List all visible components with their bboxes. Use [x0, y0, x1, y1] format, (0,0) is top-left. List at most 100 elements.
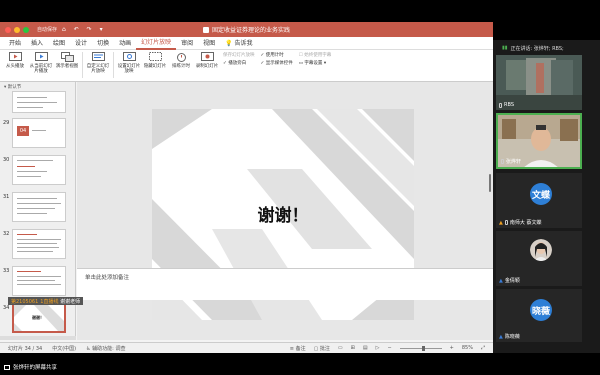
notes-placeholder[interactable]: 单击此处添加备注	[85, 273, 129, 281]
tab-insert[interactable]: 插入	[26, 37, 48, 50]
participant-avatar: 晓薇	[530, 299, 552, 321]
participant-name-tag: 张烨轩	[501, 158, 521, 165]
tell-me-label: 告诉我	[234, 39, 253, 47]
ribbon-options-col3: ☐ 始终使用字幕 ▭ 字幕设置 ▾	[296, 52, 334, 66]
tab-home[interactable]: 开始	[4, 37, 26, 50]
play-from-start-button[interactable]: 从头播放	[2, 52, 28, 69]
participant-name-tag: ▲ 南师大 蔡文蝶	[499, 219, 541, 227]
comments-toggle[interactable]: ▢ 批注	[314, 345, 330, 352]
slide-thumbnail[interactable]	[12, 229, 66, 259]
play-narration-label: 播放旁白	[228, 61, 247, 66]
zoom-level[interactable]: 85%	[462, 345, 473, 351]
chevron-down-icon: ▾	[323, 61, 327, 66]
play-from-current-button[interactable]: 从当前幻灯片播放	[28, 52, 54, 74]
zoom-in-icon[interactable]: +	[450, 345, 454, 351]
zoom-out-icon[interactable]: −	[387, 345, 391, 351]
notes-toggle[interactable]: ≡ 备注	[290, 345, 306, 352]
tab-slideshow[interactable]: 幻灯片放映	[136, 37, 177, 50]
checkmark-icon: ✓	[260, 53, 265, 58]
document-title-text: 固定收益证券理论的业务实践	[211, 27, 290, 34]
zoom-slider-thumb[interactable]	[421, 345, 425, 351]
screen-share-bar: 张烨轩的屏幕共享	[0, 359, 600, 375]
always-use-subtitles-label: 始终使用字幕	[304, 53, 332, 58]
participant-name: RBS	[504, 102, 514, 108]
subtitle-icon: ▭	[298, 61, 303, 66]
speaker-tag-prefix: 第2105061	[11, 298, 39, 305]
participant-tile-avatar[interactable]: 晓薇 ▲ 陈晓薇	[496, 289, 582, 342]
fit-slide-icon[interactable]: ⤢	[481, 345, 485, 351]
slide-thumbnail-current[interactable]: 谢谢！	[12, 303, 66, 333]
presenter-view-button[interactable]: 演示者视图	[54, 52, 80, 69]
rehearse-timings-button[interactable]: 排练计时	[168, 52, 194, 69]
use-timings-checkbox[interactable]: ✓ 使用计时	[261, 52, 293, 58]
subtitle-settings-label: 字幕设置	[304, 61, 323, 66]
normal-view-icon[interactable]: ▭	[338, 345, 343, 351]
tab-review[interactable]: 审阅	[176, 37, 198, 50]
accessibility-status[interactable]: ♿ 辅助功能: 调查	[86, 345, 125, 352]
participant-photo-avatar	[530, 239, 552, 261]
mic-icon	[499, 102, 502, 108]
document-icon	[202, 27, 209, 33]
slide-editor: 谢谢！	[77, 82, 493, 340]
user-icon: ▲	[499, 277, 503, 284]
participant-name: 陈晓薇	[504, 334, 520, 340]
editor-scrollbar[interactable]	[489, 174, 491, 192]
tab-animations[interactable]: 动画	[114, 37, 136, 50]
participant-tile-avatar[interactable]: 文蝶 ▲ 南师大 蔡文蝶	[496, 173, 582, 228]
zoom-slider[interactable]	[399, 345, 442, 351]
language-indicator[interactable]: 中文(中国)	[52, 345, 76, 352]
thumbnail-scrollbar[interactable]	[0, 336, 76, 340]
tell-me-search[interactable]: 💡 告诉我	[220, 37, 257, 50]
tab-transitions[interactable]: 切换	[92, 37, 114, 50]
participant-name: 金倩颖	[504, 278, 520, 284]
slide-thumbnail[interactable]	[12, 192, 66, 222]
setup-slideshow-button[interactable]: 设置幻灯片放映	[116, 52, 142, 74]
slide-number: 32	[3, 231, 10, 237]
speaking-indicator: ▮▮ 正在讲话: 张烨轩; RBS;	[496, 42, 600, 54]
participant-tile-photo[interactable]: ▲ 金倩颖	[496, 231, 582, 286]
tab-draw[interactable]: 绘图	[48, 37, 70, 50]
slide-thumbnail[interactable]	[12, 91, 66, 113]
play-narration-checkbox[interactable]: ✓ 播放旁白	[223, 60, 255, 66]
section-name: 默认节	[7, 85, 22, 90]
custom-slideshow-button[interactable]: 自定义幻灯片放映	[85, 52, 111, 74]
speaker-name-tag: 第2105061 1直播线 谢谢老师	[8, 297, 84, 305]
presenter-view-icon	[60, 52, 74, 62]
slide-title[interactable]: 谢谢！	[152, 201, 414, 226]
hide-slide-button[interactable]: 隐藏幻灯片	[142, 52, 168, 69]
save-slideshow-option[interactable]: 保存幻灯片放映	[223, 52, 255, 58]
ribbon-options-col1: 保存幻灯片放映 ✓ 播放旁白	[220, 52, 258, 66]
setup-slideshow-icon	[122, 52, 136, 61]
notes-pane[interactable]: 单击此处添加备注	[77, 268, 493, 300]
participant-avatar: 文蝶	[530, 183, 552, 205]
participant-tile-active-speaker[interactable]: 张烨轩	[496, 113, 582, 169]
reading-view-icon[interactable]: ▤	[363, 345, 368, 351]
slide-thumbnail[interactable]	[12, 266, 66, 296]
tab-design[interactable]: 设计	[70, 37, 92, 50]
title-bar: 自动保存 ⌂ ↶ ↷ ▾ 固定收益证券理论的业务实践	[0, 22, 493, 37]
thumbnail-text: 谢谢！	[32, 315, 44, 320]
slide-position: 幻灯片 34 / 34	[8, 345, 43, 352]
play-from-start-label: 从头播放	[6, 64, 24, 69]
always-use-subtitles-checkbox[interactable]: ☐ 始终使用字幕	[299, 52, 331, 58]
presenter-view-label: 演示者视图	[55, 64, 79, 69]
show-media-controls-checkbox[interactable]: ✓ 显示媒体控件	[261, 60, 293, 66]
record-icon	[200, 52, 214, 61]
subtitle-settings-dropdown[interactable]: ▭ 字幕设置 ▾	[299, 60, 331, 66]
status-right: ≡ 备注 ▢ 批注 ▭ ⊞ ▤ ▷ − + 85% ⤢	[290, 345, 485, 352]
lightbulb-icon: 💡	[225, 39, 233, 47]
slideshow-view-icon[interactable]: ▷	[376, 345, 380, 351]
ribbon-tabs: 开始 插入 绘图 设计 切换 动画 幻灯片放映 审阅 视图 💡 告诉我	[0, 37, 493, 50]
screen-share-label[interactable]: 张烨轩的屏幕共享	[13, 363, 57, 371]
participant-tile-video[interactable]: RBS	[496, 55, 582, 110]
use-timings-label: 使用计时	[265, 53, 284, 58]
slide-thumbnail[interactable]	[12, 155, 66, 185]
record-slideshow-button[interactable]: 录制幻灯片	[194, 52, 220, 69]
show-media-controls-label: 显示媒体控件	[265, 61, 293, 66]
tab-view[interactable]: 视图	[198, 37, 220, 50]
screen-share-icon	[4, 364, 10, 370]
notes-icon: ≡	[289, 345, 294, 352]
participant-name: 张烨轩	[506, 159, 522, 165]
sorter-view-icon[interactable]: ⊞	[351, 345, 355, 351]
slide-thumbnail[interactable]: 04	[12, 118, 66, 148]
